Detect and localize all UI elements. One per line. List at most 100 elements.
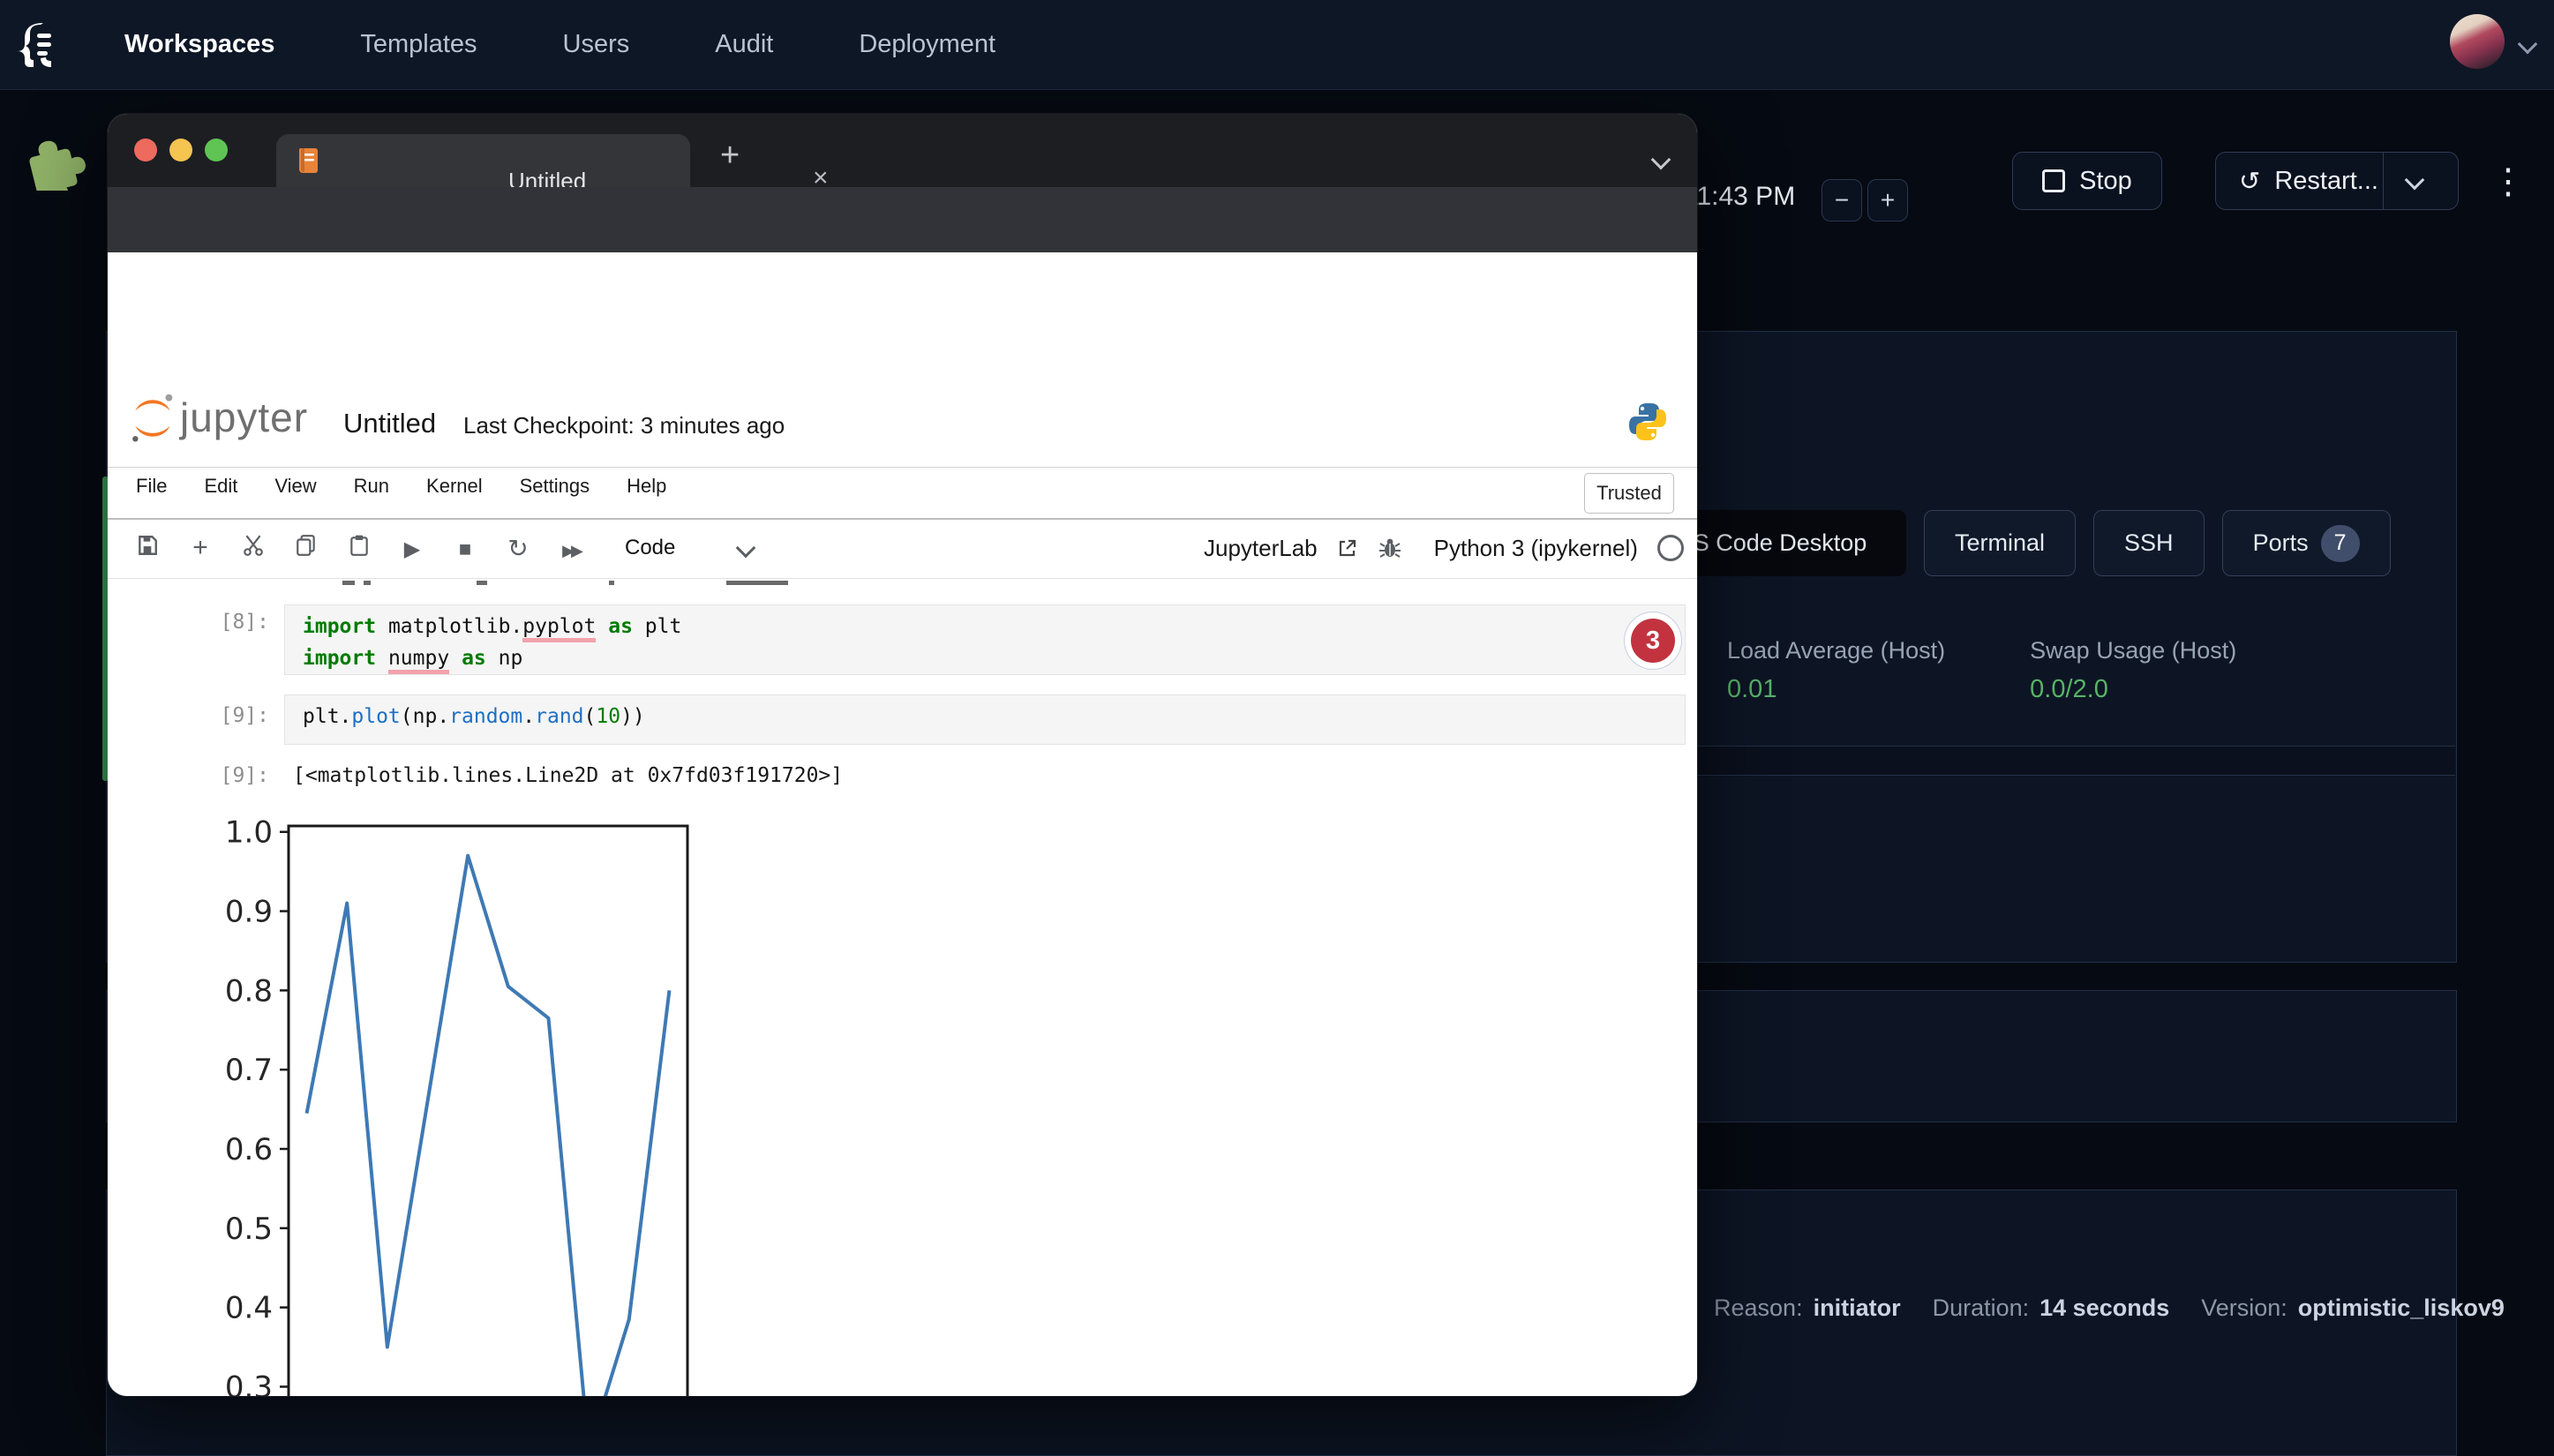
browser-toolbar: ← → ↻ 5555--main--test--matifali.atif.cd… [108,187,1697,252]
header-divider [108,467,1697,468]
restart-split-divider [2383,152,2384,210]
nav-item-audit[interactable]: Audit [715,30,773,59]
output-repr-text: [<matplotlib.lines.Line2D at 0x7fd03f191… [293,764,843,787]
new-tab-button[interactable]: + [720,137,740,175]
svg-text:1.0: 1.0 [225,815,273,851]
code-cell-input[interactable]: import matplotlib.pyplot as pltimport nu… [284,604,1686,675]
menu-file[interactable]: File [136,475,167,498]
plus-icon: + [1881,186,1895,214]
browser-window: Untitled × + ← → ↻ 5555--main--test--mat… [108,114,1697,1396]
tab-label: SSH [2124,529,2174,557]
menu-view[interactable]: View [274,475,316,498]
clipped-code-fragment [726,581,788,585]
stat-label: Swap Usage (Host) [2030,637,2236,664]
nav-item-templates[interactable]: Templates [360,30,477,59]
tab-search-chevron-icon[interactable] [1651,150,1671,170]
menu-kernel[interactable]: Kernel [426,475,483,498]
jupyterlab-link[interactable]: JupyterLab [1204,535,1318,562]
menu-settings[interactable]: Settings [520,475,590,498]
top-navbar: Workspaces Templates Users Audit Deployment [0,0,2554,90]
user-avatar[interactable] [2450,14,2505,69]
save-icon[interactable] [132,534,162,563]
toolbar-divider [108,578,1697,579]
svg-text:0.5: 0.5 [225,1212,273,1247]
jupyter-page: jupyter Untitled Last Checkpoint: 3 minu… [108,252,1697,1396]
build-info-pair: Duration:14 seconds [1933,1295,2170,1322]
jupyter-favicon [297,146,320,175]
kernel-name[interactable]: Python 3 (ipykernel) [1434,535,1638,562]
trusted-button[interactable]: Trusted [1584,473,1674,514]
run-icon[interactable]: ▶ [397,535,427,562]
nav-item-deployment[interactable]: Deployment [859,30,995,59]
nav-item-users[interactable]: Users [563,30,630,59]
svg-text:0.9: 0.9 [225,895,273,930]
build-info-pair: Version: optimistic_liskov9 [2201,1295,2505,1322]
svg-text:0.7: 0.7 [225,1053,273,1088]
stat-value: 0.0/2.0 [2030,675,2236,704]
workspace-tab-terminal[interactable]: Terminal [1924,510,2076,576]
workspace-stats: Load Average (Host) 0.01 Swap Usage (Host)… [1727,637,2236,704]
cell-type-select[interactable]: Code [625,536,675,560]
kernel-status-icon [1657,535,1684,561]
clipped-code-fragment [342,581,355,585]
svg-text:0.3: 0.3 [225,1370,273,1396]
debugger-bug-icon[interactable] [1378,536,1402,560]
window-minimize-button[interactable] [169,139,192,161]
stat-load-average: Load Average (Host) 0.01 [1727,637,1945,704]
stat-label: Load Average (Host) [1727,637,1945,664]
cut-icon[interactable] [238,534,268,563]
stop-workspace-button[interactable]: Stop [2012,152,2162,210]
user-menu-chevron-icon[interactable] [2518,34,2538,55]
build-info-label: Reason: [1714,1295,1803,1322]
build-info-label: Version: [2201,1295,2287,1322]
clipped-code-fragment [364,581,371,585]
cell-execution-label: [9]: [214,704,269,727]
build-info-row: Reason: initiator Duration:14 seconds Versi… [1714,1295,2505,1322]
menu-help[interactable]: Help [627,475,666,498]
notebook-title[interactable]: Untitled [343,408,436,439]
workspace-tab-ssh[interactable]: SSH [2093,510,2205,576]
restart-icon: ↺ [2239,166,2260,197]
restart-kernel-icon[interactable]: ↻ [503,534,533,563]
nav-item-workspaces[interactable]: Workspaces [124,30,274,59]
fast-forward-icon[interactable]: ▶▶ [556,535,586,562]
nav-items: Workspaces Templates Users Audit Deployment [124,0,995,89]
clock-time: 11:43 PM [1684,182,1795,212]
tab-label: Ports [2253,529,2309,557]
browser-tab[interactable]: Untitled × [276,134,690,187]
zoom-in-button[interactable]: + [1867,179,1908,221]
menu-edit[interactable]: Edit [204,475,237,498]
checkpoint-status: Last Checkpoint: 3 minutes ago [463,412,785,439]
tab-label: VS Code Desktop [1678,529,1867,557]
workspace-tab-ports[interactable]: Ports7 [2222,510,2391,576]
cell-execution-label: [8]: [214,611,269,634]
window-maximize-button[interactable] [205,139,228,161]
interrupt-icon[interactable]: ■ [450,535,480,562]
clipped-code-fragment [609,581,614,585]
add-cell-icon[interactable]: + [185,533,215,563]
code-line: import matplotlib.pyplot as plt [303,611,1685,642]
stat-value: 0.01 [1727,675,1945,704]
build-info-value: optimistic_liskov9 [2298,1295,2505,1322]
jupyter-toolbar-right: JupyterLab Python 3 (ipykernel) [1204,520,1684,576]
collaborators-badge[interactable]: 3 [1625,612,1681,669]
workspace-menu-kebab-icon[interactable]: ⋮ [2490,161,2526,214]
menu-run[interactable]: Run [354,475,389,498]
coder-logo-icon[interactable] [14,21,58,69]
stop-icon [2042,169,2065,192]
paste-icon[interactable] [344,534,374,563]
external-link-icon[interactable] [1337,537,1358,559]
code-cell-input[interactable]: plt.plot(np.random.rand(10)) [284,694,1686,745]
copy-icon[interactable] [291,534,321,563]
cell-type-chevron-icon[interactable] [736,538,756,559]
build-info-value: 14 seconds [2039,1295,2169,1322]
window-close-button[interactable] [134,139,157,161]
zoom-out-button[interactable]: − [1822,179,1862,221]
matplotlib-figure: 024680.20.30.40.50.60.70.80.91.0 [212,806,741,1396]
badge-count: 3 [1631,619,1675,663]
template-puzzle-icon [25,136,92,191]
output-label: [9]: [214,764,269,787]
jupyter-menubar: File Edit View Run Kernel Settings Help [136,475,666,498]
svg-text:0.4: 0.4 [225,1291,273,1326]
build-info-value: initiator [1814,1295,1901,1322]
